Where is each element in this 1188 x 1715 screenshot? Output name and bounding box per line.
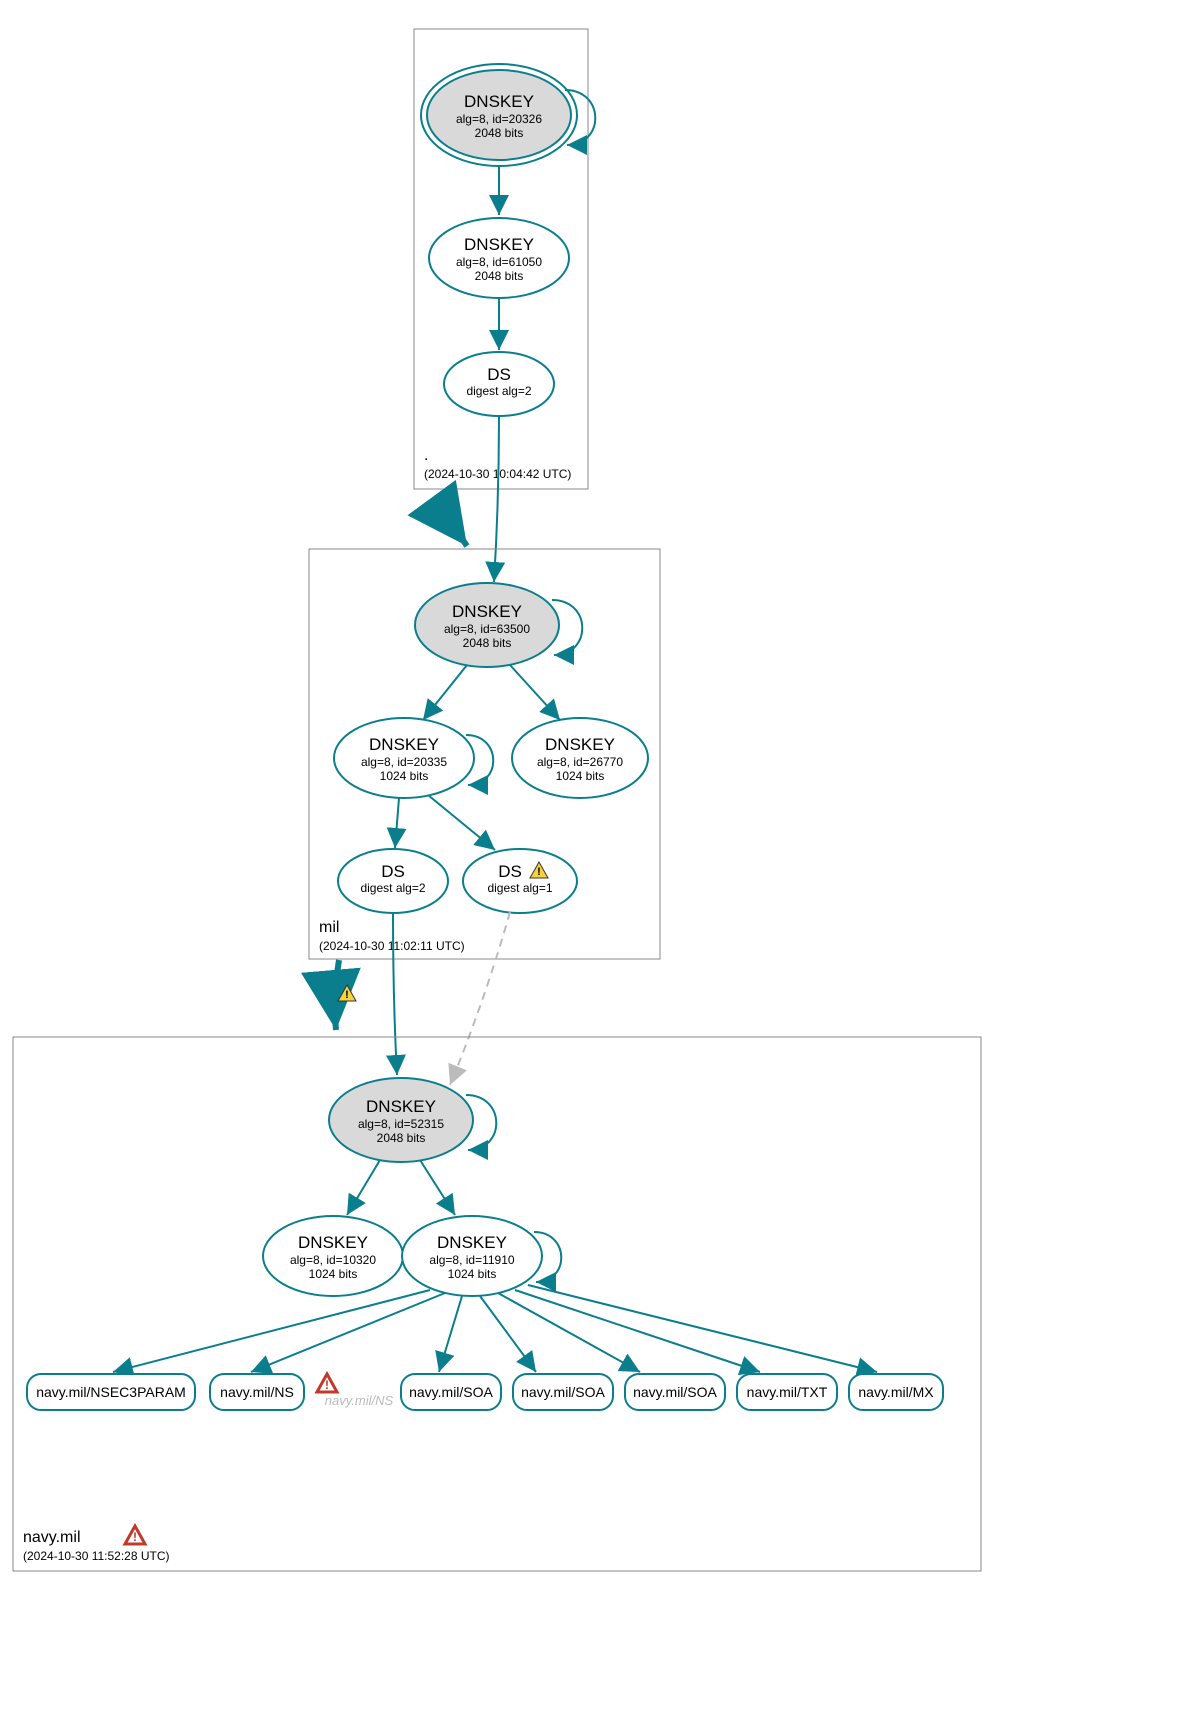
svg-text:alg=8, id=10320: alg=8, id=10320 [290, 1253, 376, 1267]
zone-navy: navy.mil (2024-10-30 11:52:28 UTC) ! DNS… [13, 1037, 981, 1571]
node-navy-zsk2: DNSKEY alg=8, id=11910 1024 bits [402, 1216, 561, 1296]
rr-soa-3: navy.mil/SOA [625, 1374, 725, 1410]
error-icon: ! [317, 1374, 337, 1392]
zone-navy-label: navy.mil [23, 1529, 81, 1546]
svg-text:DNSKEY: DNSKEY [366, 1097, 436, 1116]
svg-text:alg=8, id=26770: alg=8, id=26770 [537, 755, 623, 769]
rr-ns-error: ! navy.mil/NS [317, 1374, 394, 1408]
delegation-root-mil [446, 489, 467, 546]
node-root-zsk: DNSKEY alg=8, id=61050 2048 bits [429, 218, 569, 298]
zone-mil-timestamp: (2024-10-30 11:02:11 UTC) [319, 939, 465, 953]
svg-text:2048 bits: 2048 bits [377, 1131, 426, 1145]
ds2-to-navy-ksk-dashed [450, 912, 510, 1085]
svg-text:alg=8, id=52315: alg=8, id=52315 [358, 1117, 444, 1131]
svg-text:alg=8, id=63500: alg=8, id=63500 [444, 622, 530, 636]
ds1-to-navy-ksk [393, 913, 397, 1075]
rr-ns: navy.mil/NS [210, 1374, 304, 1410]
svg-text:DNSKEY: DNSKEY [464, 235, 534, 254]
rr-txt: navy.mil/TXT [737, 1374, 837, 1410]
zone-mil: mil (2024-10-30 11:02:11 UTC) DNSKEY alg… [309, 549, 660, 959]
node-mil-ds2: DS digest alg=1 ! [463, 849, 577, 913]
svg-text:DNSKEY: DNSKEY [464, 92, 534, 111]
rr-mx: navy.mil/MX [849, 1374, 943, 1410]
delegation-mil-navy [335, 960, 339, 1030]
zone-navy-timestamp: (2024-10-30 11:52:28 UTC) [23, 1549, 170, 1563]
svg-text:navy.mil/NS: navy.mil/NS [220, 1384, 294, 1400]
svg-text:alg=8, id=61050: alg=8, id=61050 [456, 255, 542, 269]
dnssec-graph: . (2024-10-30 10:04:42 UTC) DNSKEY alg=8… [0, 0, 1188, 1715]
node-root-ksk: DNSKEY alg=8, id=20326 2048 bits [421, 64, 595, 166]
svg-text:DS: DS [381, 862, 405, 881]
svg-text:1024 bits: 1024 bits [380, 769, 429, 783]
node-mil-ksk: DNSKEY alg=8, id=63500 2048 bits [415, 583, 582, 667]
svg-text:!: ! [133, 1530, 137, 1544]
svg-text:navy.mil/SOA: navy.mil/SOA [521, 1384, 605, 1400]
svg-text:digest alg=2: digest alg=2 [466, 384, 531, 398]
svg-text:1024 bits: 1024 bits [309, 1267, 358, 1281]
svg-text:DS: DS [487, 365, 511, 384]
error-icon: ! [125, 1526, 145, 1544]
node-navy-ksk: DNSKEY alg=8, id=52315 2048 bits [329, 1078, 496, 1162]
node-mil-zsk2: DNSKEY alg=8, id=26770 1024 bits [512, 718, 648, 798]
svg-text:DS: DS [498, 862, 522, 881]
svg-text:navy.mil/SOA: navy.mil/SOA [633, 1384, 717, 1400]
svg-text:DNSKEY: DNSKEY [298, 1233, 368, 1252]
svg-text:!: ! [325, 1378, 329, 1392]
svg-text:!: ! [537, 866, 541, 878]
svg-text:!: ! [345, 989, 349, 1001]
svg-text:DNSKEY: DNSKEY [369, 735, 439, 754]
svg-text:alg=8, id=20326: alg=8, id=20326 [456, 112, 542, 126]
warning-icon: ! [338, 985, 356, 1001]
svg-text:2048 bits: 2048 bits [463, 636, 512, 650]
svg-text:digest alg=1: digest alg=1 [487, 881, 552, 895]
svg-text:digest alg=2: digest alg=2 [360, 881, 425, 895]
svg-text:alg=8, id=11910: alg=8, id=11910 [429, 1253, 515, 1267]
rr-soa-2: navy.mil/SOA [513, 1374, 613, 1410]
svg-text:1024 bits: 1024 bits [556, 769, 605, 783]
svg-text:1024 bits: 1024 bits [448, 1267, 497, 1281]
svg-text:navy.mil/MX: navy.mil/MX [858, 1384, 934, 1400]
svg-text:DNSKEY: DNSKEY [437, 1233, 507, 1252]
rr-soa-1: navy.mil/SOA [401, 1374, 501, 1410]
ds-to-mil-ksk [494, 416, 499, 582]
rr-nsec3param: navy.mil/NSEC3PARAM [27, 1374, 195, 1410]
node-mil-zsk1: DNSKEY alg=8, id=20335 1024 bits [334, 718, 493, 798]
node-navy-zsk1: DNSKEY alg=8, id=10320 1024 bits [263, 1216, 403, 1296]
zone-root-label: . [424, 447, 428, 464]
svg-text:2048 bits: 2048 bits [475, 269, 524, 283]
node-mil-ds1: DS digest alg=2 [338, 849, 448, 913]
svg-text:DNSKEY: DNSKEY [545, 735, 615, 754]
svg-text:navy.mil/TXT: navy.mil/TXT [747, 1384, 828, 1400]
zone-root: . (2024-10-30 10:04:42 UTC) DNSKEY alg=8… [414, 29, 595, 489]
zone-mil-label: mil [319, 919, 339, 936]
node-root-ds: DS digest alg=2 [444, 352, 554, 416]
svg-text:2048 bits: 2048 bits [475, 126, 524, 140]
svg-text:alg=8, id=20335: alg=8, id=20335 [361, 755, 447, 769]
svg-text:DNSKEY: DNSKEY [452, 602, 522, 621]
svg-text:navy.mil/NSEC3PARAM: navy.mil/NSEC3PARAM [36, 1384, 186, 1400]
svg-text:navy.mil/NS: navy.mil/NS [325, 1393, 394, 1408]
svg-text:navy.mil/SOA: navy.mil/SOA [409, 1384, 493, 1400]
